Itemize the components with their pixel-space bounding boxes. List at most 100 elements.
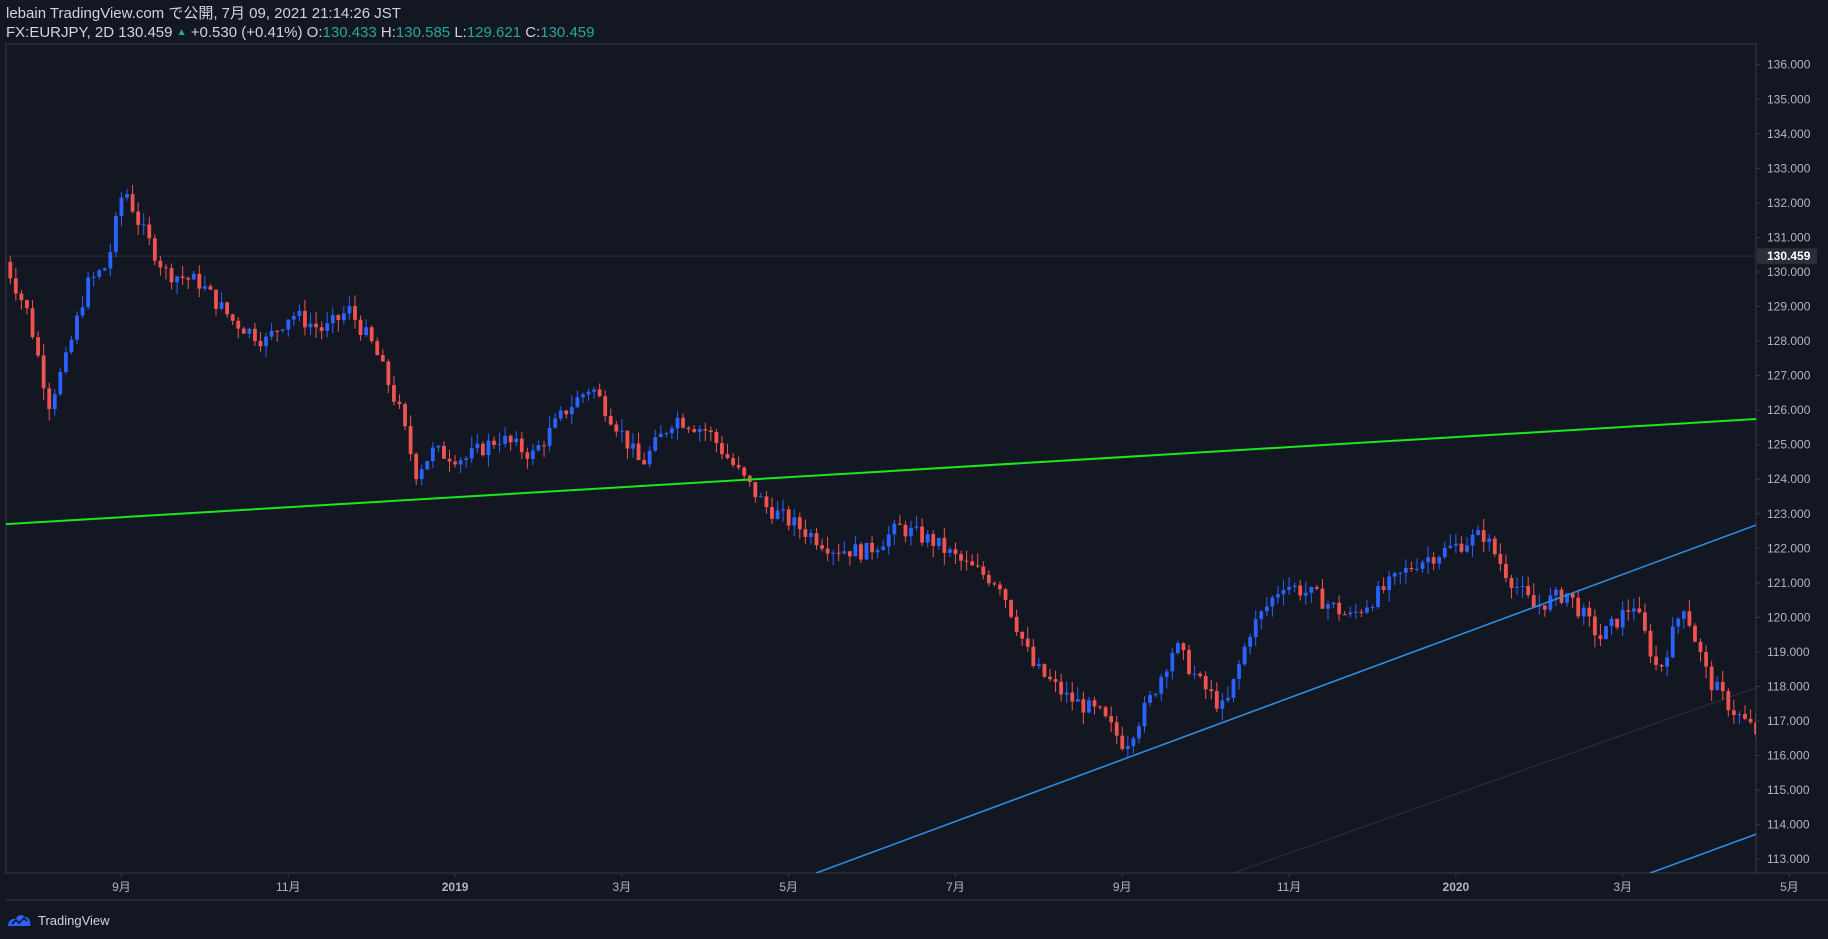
candle-body	[1420, 562, 1425, 569]
time-axis[interactable]: 9月11月20193月5月7月9月11月20203月5月7月9月11月20213…	[112, 873, 1828, 894]
candle-body	[597, 389, 602, 397]
candle-body	[1598, 635, 1603, 640]
candle-body	[575, 397, 580, 408]
candle-body	[1214, 691, 1219, 709]
candle-body	[714, 432, 719, 444]
candle-body	[1765, 732, 1769, 742]
candle-body	[775, 510, 780, 519]
candle-body	[69, 339, 74, 353]
candle-body	[1337, 602, 1342, 615]
candle-body	[1426, 557, 1430, 563]
price-tick-label: 115.000	[1767, 783, 1810, 797]
candle-body	[1465, 545, 1469, 552]
candle-body	[897, 523, 902, 525]
candle-body	[836, 552, 841, 554]
candle-body	[786, 509, 791, 526]
candle-body	[1654, 656, 1658, 665]
candle-body	[1309, 587, 1314, 593]
candle-body	[1253, 619, 1258, 638]
candle-body	[948, 549, 952, 553]
candle-body	[1409, 568, 1414, 570]
candle-body	[175, 276, 179, 283]
candle-body	[464, 458, 469, 461]
candle-body	[442, 445, 446, 459]
candle-body	[1531, 595, 1536, 607]
candle-body	[753, 482, 758, 498]
price-tick-label: 135.000	[1767, 92, 1811, 106]
candle-body	[419, 469, 424, 480]
candle-body	[1626, 610, 1631, 612]
candle-body	[469, 448, 474, 459]
candle-body	[1287, 586, 1291, 590]
candle-body	[975, 565, 980, 567]
candle-body	[681, 417, 685, 428]
candle-body	[1175, 643, 1180, 654]
candle-body	[1743, 714, 1747, 719]
candle-body	[964, 560, 969, 562]
candle-body	[58, 371, 63, 395]
candle-body	[25, 300, 29, 309]
candle-body	[247, 328, 252, 334]
candle-body	[1604, 626, 1608, 640]
candle-body	[186, 277, 191, 280]
candle-body	[397, 401, 402, 405]
candle-body	[892, 523, 897, 535]
candle-body	[525, 452, 530, 459]
candle-body	[1303, 592, 1308, 596]
candle-body	[180, 276, 185, 278]
candle-body	[52, 394, 57, 410]
candle-body	[152, 238, 157, 261]
candle-body	[1804, 777, 1808, 781]
drawings[interactable]	[0, 44, 1828, 873]
price-tick-label: 114.000	[1767, 818, 1810, 832]
candle-body	[1192, 673, 1197, 675]
candle-body	[63, 352, 68, 372]
candle-body	[658, 433, 663, 438]
candle-body	[1698, 641, 1703, 652]
candle-body	[569, 407, 574, 415]
candle-body	[614, 424, 619, 432]
candle-body	[230, 314, 235, 321]
candle-body	[1237, 664, 1241, 679]
candle-body	[1720, 681, 1725, 692]
candle-body	[1314, 587, 1319, 589]
candle-body	[119, 197, 124, 217]
candle-body	[503, 435, 508, 444]
price-axis[interactable]: 113.000 114.000 115.000 116.000 117.000 118.0…	[1756, 58, 1811, 866]
candle-body	[1198, 673, 1203, 677]
price-tick-label: 117.000	[1767, 714, 1810, 728]
candle-body	[764, 496, 769, 508]
candle-body	[492, 440, 496, 445]
candle-body	[703, 429, 708, 431]
candle-body	[147, 224, 152, 239]
candle-body	[998, 584, 1002, 590]
candle-body	[1481, 530, 1486, 542]
candle-body	[820, 545, 824, 549]
candle-body	[1009, 600, 1013, 617]
candle-body	[942, 537, 947, 553]
candle-body	[1359, 611, 1364, 613]
candle-body	[909, 527, 913, 537]
candle-body	[1153, 693, 1158, 696]
candle-body	[1492, 538, 1497, 555]
candle-body	[631, 443, 635, 449]
candle-body	[797, 517, 802, 530]
candle-body	[1498, 554, 1503, 564]
candle-body	[136, 211, 141, 225]
candle-body	[1670, 626, 1675, 658]
candle-body	[414, 454, 419, 480]
candle-body	[258, 341, 263, 347]
candle-body	[1415, 568, 1419, 570]
candle-body	[1788, 765, 1792, 770]
channel-upper-line	[815, 524, 1756, 873]
candle-body	[1799, 769, 1803, 777]
footer[interactable]: TradingView	[6, 909, 110, 931]
candle-body	[603, 396, 608, 417]
candle-body	[1376, 586, 1380, 607]
candle-body	[86, 277, 91, 308]
price-tick-label: 116.000	[1767, 749, 1810, 763]
price-chart[interactable]: 113.000 114.000 115.000 116.000 117.000 118.0…	[0, 0, 1828, 939]
candle-body	[697, 429, 702, 432]
candle-body	[158, 260, 163, 268]
candle-body	[531, 450, 535, 459]
